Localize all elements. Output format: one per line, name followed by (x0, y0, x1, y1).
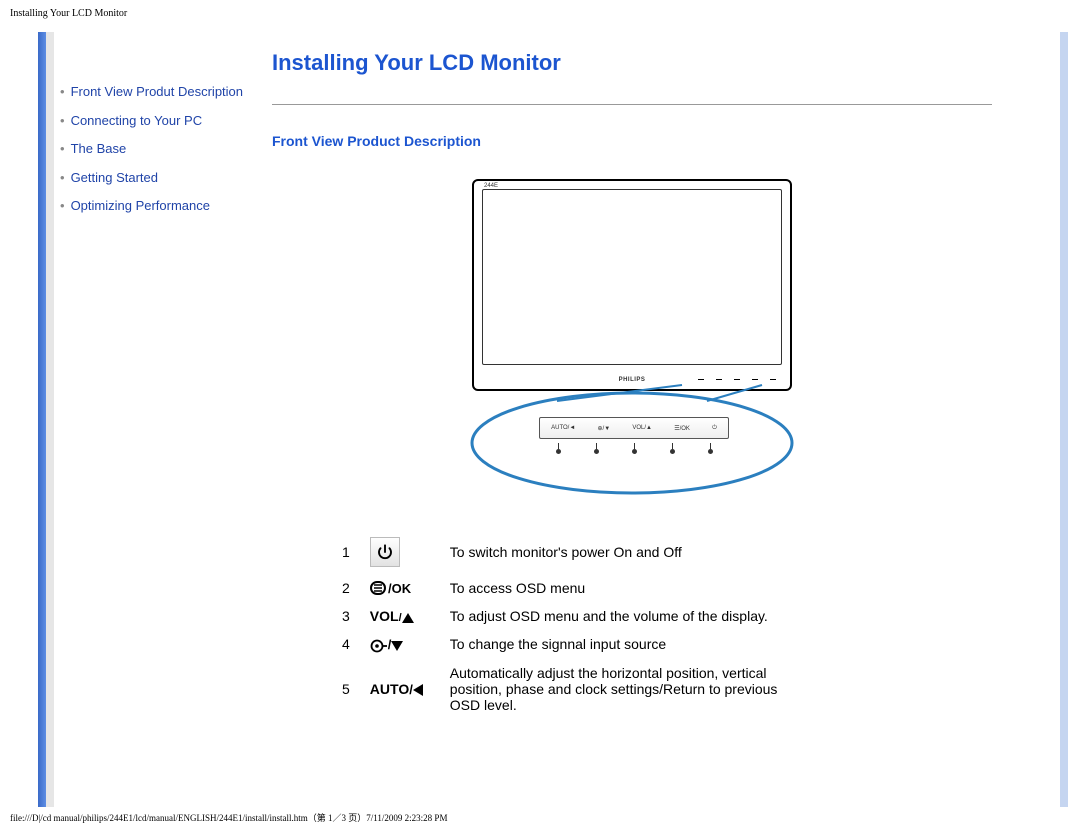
row-num: 1 (332, 531, 360, 573)
table-row: 4 / To change the signnal input source (332, 630, 800, 658)
zoom-callout: AUTO/◄ ⊕/▼ VOL/▲ ☰/OK ⏻ (467, 383, 797, 503)
left-accent-bar (38, 32, 46, 807)
panel-label: VOL/▲ (632, 425, 652, 431)
sidebar-item-optimizing[interactable]: •Optimizing Performance (60, 192, 270, 221)
sidebar-item-front-view[interactable]: •Front View Produt Description (60, 78, 270, 107)
svg-text:/OK: /OK (388, 581, 412, 596)
section-heading: Front View Product Description (272, 133, 992, 149)
monitor-model-label: 244E (484, 183, 498, 189)
table-row: 3 VOL/ To adjust OSD menu and the volume… (332, 602, 800, 630)
row-num: 2 (332, 573, 360, 602)
row-desc: To access OSD menu (440, 573, 800, 602)
panel-label: ⊕/▼ (598, 425, 611, 432)
row-desc: To adjust OSD menu and the volume of the… (440, 602, 800, 630)
sidebar-item-connecting[interactable]: •Connecting to Your PC (60, 107, 270, 136)
sidebar-nav: •Front View Produt Description •Connecti… (60, 78, 270, 221)
table-row: 2 /OK To access OSD menu (332, 573, 800, 602)
menu-ok-icon: /OK (360, 573, 440, 602)
page-footer-path: file:///D|/cd manual/philips/244E1/lcd/m… (10, 811, 447, 824)
panel-label: ☰/OK (674, 425, 690, 432)
left-accent-bar-2 (46, 32, 54, 807)
row-desc: To switch monitor's power On and Off (440, 531, 800, 573)
row-num: 4 (332, 630, 360, 658)
divider (272, 104, 992, 105)
page-header-path: Installing Your LCD Monitor (10, 8, 127, 19)
table-row: 1 To switch monitor's power On and Off (332, 531, 800, 573)
control-panel-zoom: AUTO/◄ ⊕/▼ VOL/▲ ☰/OK ⏻ (539, 417, 729, 439)
sidebar-item-getting-started[interactable]: •Getting Started (60, 164, 270, 193)
button-legend-table: 1 To switch monitor's power On and Off 2… (332, 531, 800, 719)
row-desc: Automatically adjust the horizontal posi… (440, 659, 800, 719)
main-content: Installing Your LCD Monitor Front View P… (272, 50, 992, 719)
row-desc: To change the signnal input source (440, 630, 800, 658)
panel-label: ⏻ (712, 425, 717, 432)
auto-left-icon: AUTO/ (360, 659, 440, 719)
monitor-front-controls (698, 379, 776, 380)
table-row: 5 AUTO/ Automatically adjust the horizon… (332, 659, 800, 719)
power-icon (360, 531, 440, 573)
monitor-figure: 244E PHILIPS AUTO/◄ ⊕/▼ VOL/▲ ☰/OK ⏻ (272, 179, 992, 503)
row-num: 3 (332, 602, 360, 630)
vol-up-icon: VOL/ (360, 602, 440, 630)
page-title: Installing Your LCD Monitor (272, 50, 992, 76)
monitor-outline: 244E PHILIPS (472, 179, 792, 391)
panel-label: AUTO/◄ (551, 425, 575, 431)
right-accent-bar (1060, 32, 1068, 807)
row-num: 5 (332, 659, 360, 719)
sidebar-item-the-base[interactable]: •The Base (60, 135, 270, 164)
input-down-icon: / (360, 630, 440, 658)
panel-pins (539, 443, 729, 454)
